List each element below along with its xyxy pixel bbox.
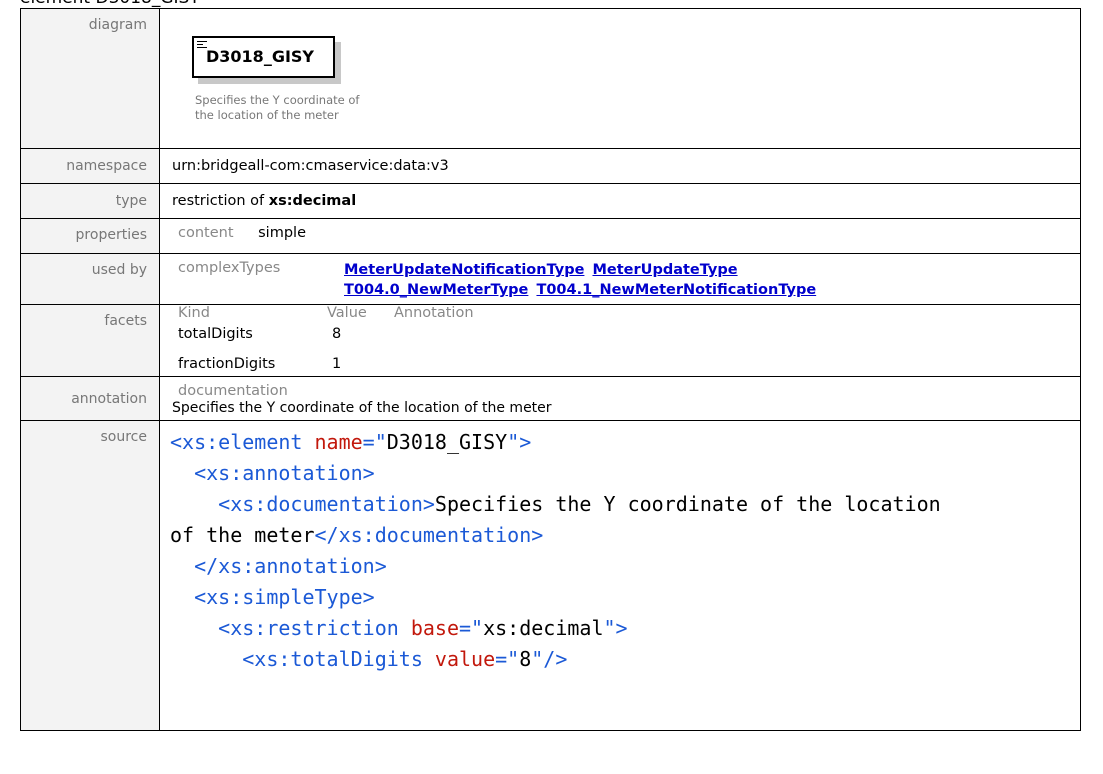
row-annotation: annotation documentation Specifies the Y… (20, 376, 1081, 421)
row-properties: properties content simple (20, 218, 1081, 254)
properties-value: content simple (159, 218, 1081, 254)
annotation-key: documentation (178, 383, 288, 399)
type-prefix: restriction of (172, 193, 265, 209)
row-type: type restriction of xs:decimal (20, 183, 1081, 219)
row-facets: facets Kind Value Annotation totalDigits… (20, 304, 1081, 377)
link-meter-update-notification-type[interactable]: MeterUpdateNotificationType (344, 262, 584, 278)
namespace-value: urn:bridgeall-com:cmaservice:data:v3 (159, 148, 1081, 184)
source-code-block: <xs:element name="D3018_GISY"> <xs:annot… (170, 430, 941, 671)
used-by-key: complexTypes (178, 260, 281, 276)
row-used-by: used by complexTypes MeterUpdateNotifica… (20, 253, 1081, 305)
annotation-value: documentation Specifies the Y coordinate… (159, 376, 1081, 421)
properties-key: content (178, 225, 234, 241)
element-diagram-box[interactable]: D3018_GISY (192, 36, 335, 78)
facet-value: 8 (332, 326, 342, 342)
used-by-value: complexTypes MeterUpdateNotificationType… (159, 253, 1081, 305)
facet-kind: fractionDigits (178, 356, 276, 372)
link-t004-1-new-meter-notification-type[interactable]: T004.1_NewMeterNotificationType (536, 282, 816, 298)
source-code: <xs:element name="D3018_GISY"> <xs:annot… (159, 420, 1081, 731)
label-source: source (20, 420, 160, 731)
properties-val: simple (258, 225, 306, 241)
diagram-description: Specifies the Y coordinate of the locati… (195, 93, 395, 123)
link-t004-0-new-meter-type[interactable]: T004.0_NewMeterType (344, 282, 528, 298)
facets-header-value: Value (327, 305, 367, 321)
label-type: type (20, 183, 160, 219)
row-namespace: namespace urn:bridgeall-com:cmaservice:d… (20, 148, 1081, 184)
page-title: element D3018_GISY (20, 0, 200, 8)
annotation-text: Specifies the Y coordinate of the locati… (172, 400, 552, 416)
link-meter-update-type[interactable]: MeterUpdateType (592, 262, 737, 278)
diagram-description-line2: the location of the meter (195, 108, 339, 122)
label-facets: facets (20, 304, 160, 377)
row-diagram: diagram D3018_GISY Specifies the Y coord… (20, 8, 1081, 149)
diagram-element-name: D3018_GISY (206, 47, 315, 66)
used-by-links: MeterUpdateNotificationType MeterUpdateT… (344, 260, 914, 300)
label-properties: properties (20, 218, 160, 254)
diagram-description-line1: Specifies the Y coordinate of (195, 93, 360, 107)
label-used-by: used by (20, 253, 160, 305)
label-diagram: diagram (20, 8, 160, 149)
label-annotation: annotation (20, 376, 160, 421)
facets-header-annotation: Annotation (394, 305, 474, 321)
facets-value: Kind Value Annotation totalDigits 8 frac… (159, 304, 1081, 377)
facet-value: 1 (332, 356, 342, 372)
element-doc-table: diagram D3018_GISY Specifies the Y coord… (20, 8, 1081, 731)
facet-kind: totalDigits (178, 326, 253, 342)
type-value: restriction of xs:decimal (159, 183, 1081, 219)
diagram-cell: D3018_GISY Specifies the Y coordinate of… (159, 8, 1081, 149)
label-namespace: namespace (20, 148, 160, 184)
type-base: xs:decimal (268, 193, 357, 209)
row-source: source <xs:element name="D3018_GISY"> <x… (20, 420, 1081, 731)
facets-header-kind: Kind (178, 305, 210, 321)
